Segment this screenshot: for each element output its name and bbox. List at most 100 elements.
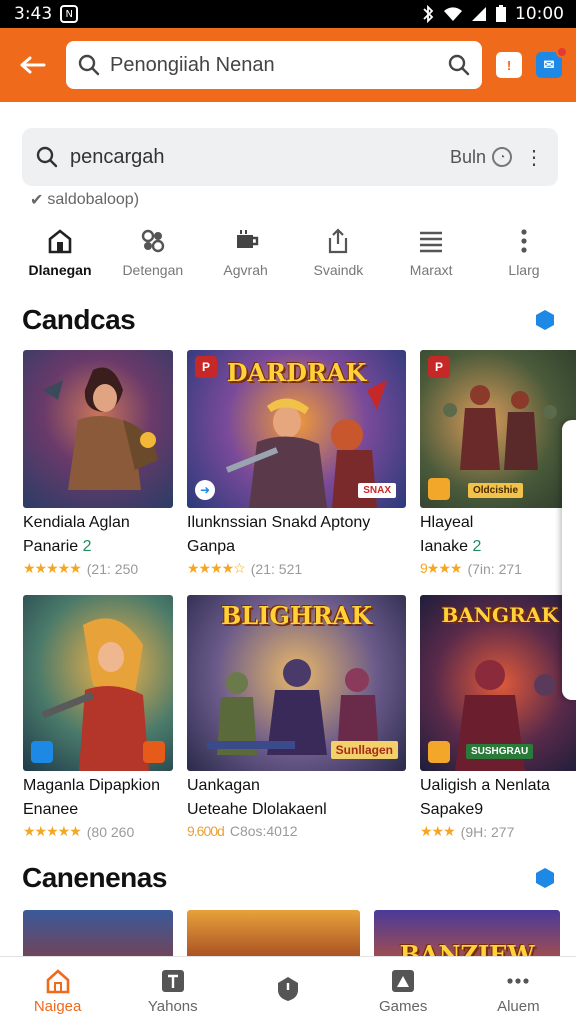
game-subtitle-number: 2 (82, 538, 92, 555)
rating-count: (21: 250 (86, 560, 139, 577)
hexagon-icon[interactable] (534, 867, 556, 889)
nav-label: Yahons (147, 997, 198, 1015)
game-row: Kendiala Aglan Panarie 2 ★★★★★ (21: 250 P… (0, 350, 576, 577)
category-item[interactable]: Detengan (113, 226, 193, 278)
game-thumbnail[interactable]: P Oldcishie (420, 350, 576, 508)
nav-label: Games (378, 997, 428, 1015)
bottom-navigation: Naigea Yahons Games Aluem (0, 956, 576, 1024)
category-item[interactable]: Svaindk (298, 226, 378, 278)
film-icon (161, 969, 184, 992)
game-row: Maganla Dipapkion Enanee ★★★★★ (80 260 BL… (0, 595, 576, 840)
banner-strip (207, 741, 295, 749)
hexagon-icon[interactable] (534, 309, 556, 331)
rating-count: (21: 521 (250, 560, 303, 577)
nav-item-shield[interactable] (238, 975, 338, 1006)
search-submit-icon[interactable] (448, 54, 470, 76)
game-thumbnail[interactable] (23, 350, 173, 508)
status-time: 3:43 (14, 4, 53, 24)
app-icon (428, 741, 450, 763)
rating-count: (80 260 (86, 823, 135, 840)
nav-label: Naigea (33, 997, 82, 1015)
messages-icon[interactable]: ✉ (536, 46, 568, 78)
back-button[interactable] (14, 46, 52, 84)
category-item[interactable]: Dlanegan (20, 226, 100, 278)
back-arrow-icon (20, 56, 46, 74)
rating-count: C8os:4012 (229, 823, 298, 839)
app-icon (143, 741, 165, 763)
game-card[interactable]: Maganla Dipapkion Enanee ★★★★★ (80 260 (23, 595, 173, 840)
category-label: Svaindk (313, 262, 364, 278)
verified-icon: ➜ (195, 480, 215, 500)
notification-icon: N (60, 5, 79, 23)
filter-label: Buln (449, 146, 486, 167)
search-icon (36, 146, 58, 168)
app-search-placeholder: Penongiiah Nenan (110, 53, 275, 76)
app-search-field[interactable]: Penongiiah Nenan (66, 41, 482, 89)
star-rating: 9.600d (187, 823, 225, 839)
notes-icon[interactable]: ! (496, 52, 522, 78)
game-thumbnail[interactable]: BLIGHRAK Sunllagen (187, 595, 406, 771)
bluetooth-icon (421, 5, 435, 23)
game-card[interactable]: BLIGHRAK Sunllagen Uankagan Ueteahe Dlol… (187, 595, 406, 840)
category-label: Llarg (508, 262, 540, 278)
game-card[interactable]: BANGRAK SUSHGRAU Ualigish a Nenlata Sapa… (420, 595, 576, 840)
status-bar: 3:43 N 10:00 (0, 0, 576, 28)
game-thumbnail[interactable]: BANGRAK SUSHGRAU (420, 595, 576, 771)
rating-count: (9H: 277 (460, 823, 515, 840)
app-bar: Penongiiah Nenan ! ✉ (0, 28, 576, 102)
nav-item-videos[interactable]: Yahons (123, 967, 223, 1015)
status-clock: 10:00 (515, 4, 564, 24)
game-rating: ★★★★☆ (21: 521 (187, 560, 406, 577)
game-tag: Oldcishie (468, 483, 524, 498)
warrior-art (43, 367, 158, 490)
game-card[interactable]: Kendiala Aglan Panarie 2 ★★★★★ (21: 250 (23, 350, 173, 577)
game-thumbnail[interactable]: P DARDRAK ➜ SNAX (187, 350, 406, 508)
search-box[interactable]: pencargah Buln ◔ ⋮ (22, 128, 558, 186)
game-title: Ualigish a Nenlata (420, 777, 550, 794)
category-item[interactable]: Agvrah (206, 226, 286, 278)
game-title: Hlayeal (420, 514, 474, 531)
category-label: Dlanegan (28, 262, 92, 278)
wifi-icon (443, 6, 463, 22)
section-title: Candcas (22, 304, 136, 335)
more-vertical-icon (521, 229, 527, 253)
nav-item-games[interactable]: Games (353, 967, 453, 1015)
game-thumbnail[interactable] (23, 595, 173, 771)
search-hint: ✔ saldobaloop) (30, 190, 576, 210)
nav-item-home[interactable]: Naigea (8, 967, 108, 1015)
game-card[interactable]: P Oldcishie Hlayeal Ianake 2 9★★★ (7in: 2… (420, 350, 576, 577)
category-item[interactable]: Maraxt (391, 226, 471, 278)
clock-icon: ◔ (492, 147, 512, 167)
category-label: Maraxt (409, 262, 453, 278)
battery-icon (495, 5, 507, 23)
search-icon (78, 54, 100, 76)
category-item[interactable]: Llarg (484, 226, 564, 278)
game-subtitle-number: 2 (472, 538, 482, 555)
notification-dot (556, 46, 568, 58)
nav-label: Aluem (497, 997, 540, 1015)
game-card[interactable]: P DARDRAK ➜ SNAX Ilunknssian Snakd Apton… (187, 350, 406, 577)
filter-button[interactable]: Buln ◔ (450, 147, 512, 168)
game-title: Ilunknssian Snakd Aptony (187, 514, 371, 531)
game-tag: SUSHGRAU (466, 744, 534, 759)
home-icon (48, 229, 72, 254)
nav-item-more[interactable]: Aluem (468, 967, 568, 1015)
more-vertical-icon[interactable]: ⋮ (524, 145, 544, 170)
app-icon (428, 478, 450, 500)
category-bar: Dlanegan Detengan Agvrah Svaindk Maraxt … (0, 226, 576, 278)
game-subtitle-text: Panarie (23, 538, 79, 555)
share-icon (329, 228, 348, 254)
category-label: Detengan (122, 262, 184, 278)
game-rating: 9.600d C8os:4012 (187, 823, 406, 839)
search-input[interactable]: pencargah (70, 146, 438, 169)
menu-icon (420, 231, 443, 253)
game-subtitle-text: Ianake (420, 538, 469, 555)
cup-icon (236, 230, 258, 248)
star-rating: ★★★★☆ (187, 560, 246, 576)
game-subtitle: Ianake 2 (420, 538, 576, 556)
star-rating: ★★★★★ (23, 823, 82, 839)
star-rating: 9★★★ (420, 560, 462, 576)
home-icon (46, 968, 69, 993)
side-panel-handle[interactable] (562, 420, 576, 700)
game-subtitle: Sapake9 (420, 801, 484, 818)
